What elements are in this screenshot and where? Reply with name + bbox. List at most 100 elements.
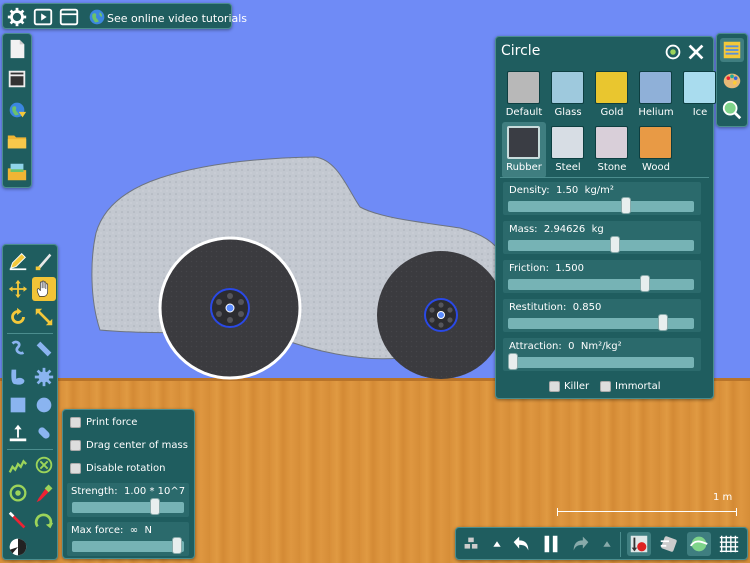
circle-icon (36, 397, 52, 413)
friction-control[interactable]: Friction: 1.500 (503, 260, 701, 293)
immortal-option[interactable]: Immortal (600, 381, 661, 392)
settings-button[interactable] (5, 5, 29, 29)
spring-tool[interactable] (6, 453, 30, 477)
max-force-track[interactable] (72, 541, 184, 552)
redo-button[interactable] (569, 532, 593, 556)
hand-icon (36, 280, 49, 297)
move-tool[interactable] (6, 277, 30, 301)
friction-track[interactable] (508, 279, 694, 290)
material-ice[interactable]: Ice (676, 71, 728, 125)
scale-tool[interactable] (32, 305, 56, 329)
properties-panel: Circle Default Glass Gold Helium Ice Rubber St… (495, 36, 716, 399)
disable-rotation-option[interactable]: Disable rotation (70, 463, 166, 474)
axle-tool[interactable] (32, 453, 56, 477)
material-swatch (507, 126, 540, 159)
undo-button[interactable] (509, 532, 533, 556)
density-control[interactable]: Density: 1.50 kg/m² (503, 182, 701, 215)
play-scene-button[interactable] (31, 5, 55, 29)
max-force-thumb[interactable] (172, 537, 182, 554)
apple-gravity-icon (630, 535, 648, 553)
material-label: Ice (692, 107, 708, 118)
disable-rotation-checkbox[interactable] (70, 463, 81, 474)
undo-menu-button[interactable] (485, 532, 509, 556)
circle-tool[interactable] (32, 393, 56, 417)
material-wood[interactable]: Wood (632, 126, 684, 180)
drag-center-option[interactable]: Drag center of mass (70, 440, 188, 451)
strength-slider[interactable]: Strength: 1.00 * 10^7 (67, 483, 189, 517)
scale-label: 1 m (713, 492, 733, 503)
move-arrows-icon (8, 279, 28, 299)
drag-tool[interactable] (32, 277, 56, 301)
gravity-button[interactable] (627, 532, 651, 556)
hinge-tool[interactable] (6, 481, 30, 505)
max-force-slider[interactable]: Max force: ∞ N (67, 522, 189, 556)
properties-button[interactable] (720, 38, 744, 62)
save-button[interactable] (5, 160, 29, 184)
air-friction-button[interactable] (657, 532, 681, 556)
cross-circle-icon (35, 456, 53, 474)
knife-tool[interactable] (32, 249, 56, 273)
friction-thumb[interactable] (640, 275, 650, 292)
material-swatch (551, 126, 584, 159)
folder-icon (7, 135, 27, 149)
tutorials-button[interactable] (85, 5, 109, 29)
online-scenes-button[interactable] (5, 98, 29, 122)
attraction-thumb[interactable] (508, 353, 518, 370)
immortal-checkbox[interactable] (600, 381, 611, 392)
strength-thumb[interactable] (150, 498, 160, 515)
mass-thumb[interactable] (610, 236, 621, 253)
density-label: Density: (509, 185, 550, 196)
new-scene-button[interactable] (5, 37, 29, 61)
show-hide-button[interactable] (661, 40, 685, 64)
spiral-tool[interactable] (6, 535, 30, 559)
density-track[interactable] (508, 201, 694, 212)
browse-button[interactable] (5, 67, 29, 91)
sketch-tool[interactable] (6, 249, 30, 273)
print-force-option[interactable]: Print force (70, 417, 137, 428)
density-thumb[interactable] (620, 197, 631, 214)
attraction-control[interactable]: Attraction: 0 Nm²/kg² (503, 338, 701, 371)
axle-center-2[interactable] (437, 311, 445, 319)
restitution-control[interactable]: Restitution: 0.850 (503, 299, 701, 332)
grid-button[interactable] (717, 532, 741, 556)
new-document-icon (10, 39, 25, 59)
thruster-tool[interactable] (32, 421, 56, 445)
close-button[interactable] (684, 40, 708, 64)
print-force-checkbox[interactable] (70, 417, 81, 428)
redo-menu-button[interactable] (595, 532, 619, 556)
wind-box-icon (660, 536, 677, 552)
tutorials-label[interactable]: See online video tutorials (107, 12, 247, 26)
restitution-label: Restitution: (509, 302, 567, 313)
strength-track[interactable] (72, 502, 184, 513)
axle-center[interactable] (225, 303, 235, 313)
fixate-tool[interactable] (6, 421, 30, 445)
killer-checkbox[interactable] (549, 381, 560, 392)
restitution-thumb[interactable] (657, 314, 668, 331)
attraction-label: Attraction: (509, 341, 562, 352)
pivot-tool[interactable] (32, 509, 56, 533)
rope-tool[interactable] (6, 337, 30, 361)
pause-button[interactable] (539, 532, 563, 556)
blocks-button[interactable] (459, 532, 483, 556)
rotate-tool[interactable] (6, 305, 30, 329)
attraction-track[interactable] (508, 357, 694, 368)
gear-shape-tool[interactable] (32, 365, 56, 389)
drag-center-checkbox[interactable] (70, 440, 81, 451)
gear-icon (7, 7, 27, 27)
background-button[interactable] (687, 532, 711, 556)
triangle-up-icon (603, 541, 611, 547)
open-folder-button[interactable] (5, 129, 29, 153)
tracer-tool[interactable] (32, 481, 56, 505)
polygon-tool[interactable] (6, 365, 30, 389)
window-icon (59, 8, 79, 26)
plane-tool[interactable] (32, 337, 56, 361)
mass-control[interactable]: Mass: 2.94626 kg (503, 221, 701, 254)
attraction-value: 0 (568, 341, 575, 352)
laser-tool[interactable] (6, 509, 30, 533)
box-tool[interactable] (6, 393, 30, 417)
mass-track[interactable] (508, 240, 694, 251)
window-button[interactable] (57, 5, 81, 29)
killer-option[interactable]: Killer (549, 381, 589, 392)
pencil-icon (9, 253, 27, 271)
friction-label: Friction: (509, 263, 549, 274)
